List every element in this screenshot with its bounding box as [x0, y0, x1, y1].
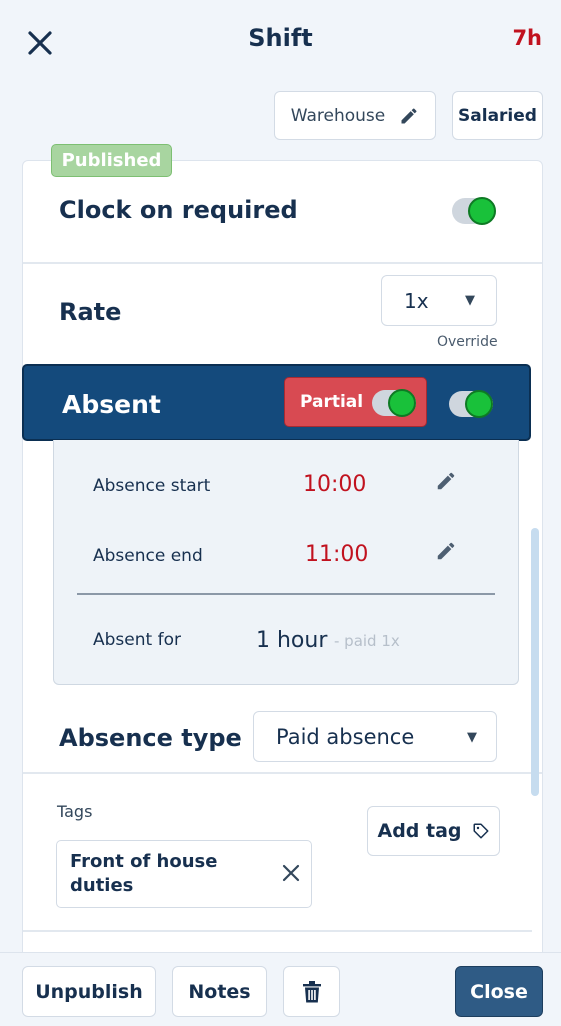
- absence-start-time: 10:00: [303, 472, 367, 497]
- add-tag-label: Add tag: [377, 820, 462, 842]
- partial-toggle[interactable]: [372, 389, 416, 417]
- unpublish-button[interactable]: Unpublish: [22, 966, 156, 1017]
- page-title: Shift: [248, 24, 313, 52]
- clock-on-toggle[interactable]: [452, 197, 496, 225]
- location-label: Warehouse: [290, 105, 386, 126]
- caret-down-icon: ▼: [467, 730, 477, 745]
- close-button[interactable]: Close: [455, 966, 543, 1017]
- rate-select[interactable]: 1x ▼: [381, 275, 497, 326]
- absence-start-label: Absence start: [93, 476, 211, 496]
- edit-end-pencil-icon[interactable]: [435, 540, 457, 562]
- scrollbar[interactable]: [531, 528, 539, 796]
- absent-for-label: Absent for: [93, 630, 181, 650]
- caret-down-icon: ▼: [465, 293, 475, 308]
- pay-type-button[interactable]: Salaried: [452, 91, 543, 140]
- trash-icon: [302, 980, 321, 1002]
- absent-for-note: - paid 1x: [334, 632, 400, 650]
- clock-on-label: Clock on required: [59, 196, 298, 224]
- partial-label: Partial: [300, 392, 364, 412]
- notes-button[interactable]: Notes: [172, 966, 267, 1017]
- pencil-icon: [401, 107, 417, 123]
- edit-start-pencil-icon[interactable]: [435, 470, 457, 492]
- delete-button[interactable]: [283, 966, 340, 1017]
- tag-label: Front of house duties: [70, 851, 218, 896]
- rate-label: Rate: [59, 298, 122, 326]
- divider: [23, 772, 542, 774]
- rate-override-label: Override: [437, 334, 498, 350]
- absence-type-value: Paid absence: [276, 724, 415, 749]
- remove-tag-close-icon[interactable]: [280, 862, 302, 884]
- tag-icon: [473, 823, 489, 839]
- status-badge: Published: [51, 144, 172, 177]
- absence-end-label: Absence end: [93, 546, 203, 566]
- absent-toggle[interactable]: [449, 390, 493, 418]
- add-tag-button[interactable]: Add tag: [367, 806, 500, 856]
- absent-for-value: 1 hour: [256, 628, 328, 653]
- divider: [23, 930, 532, 932]
- absence-type-label: Absence type: [59, 724, 242, 752]
- absence-end-time: 11:00: [305, 542, 369, 567]
- absence-type-select[interactable]: Paid absence ▼: [253, 711, 497, 762]
- location-button[interactable]: Warehouse: [274, 91, 436, 140]
- divider: [77, 593, 495, 595]
- tags-label: Tags: [57, 802, 93, 821]
- shift-hours: 7h: [512, 26, 542, 50]
- rate-value: 1x: [404, 288, 429, 313]
- absent-label: Absent: [62, 390, 161, 419]
- divider: [23, 262, 542, 264]
